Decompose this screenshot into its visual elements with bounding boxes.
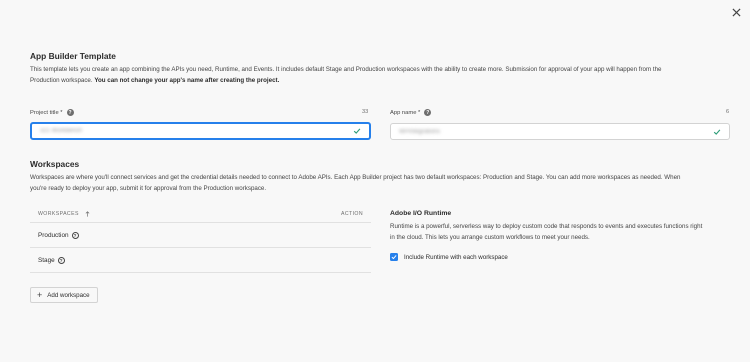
project-title-char-count: 33	[362, 109, 369, 115]
include-runtime-label: Include Runtime with each workspace	[404, 253, 508, 261]
project-title-input[interactable]: 321 Workbench	[30, 122, 371, 140]
workspaces-description: Workspaces are where you'll connect serv…	[30, 173, 730, 194]
runtime-desc-line2: in the cloud. This lets you arrange cust…	[390, 233, 590, 241]
help-icon[interactable]: ?	[424, 109, 432, 116]
add-workspace-button[interactable]: + Add workspace	[30, 287, 98, 303]
workspaces-column-label: WORKSPACES	[38, 211, 79, 217]
workspaces-column-header[interactable]: WORKSPACES	[38, 211, 90, 217]
add-workspace-label: Add workspace	[47, 291, 90, 299]
template-description: This template lets you create an app com…	[30, 65, 730, 86]
include-runtime-checkbox[interactable]: Include Runtime with each workspace	[390, 253, 508, 261]
app-name-label: App name * ?	[390, 109, 432, 116]
workspace-name: Production	[38, 231, 69, 239]
workspaces-desc-line2: you're ready to deploy your app, submit …	[30, 184, 267, 192]
workspaces-desc-line1: Workspaces are where you'll connect serv…	[30, 174, 681, 181]
runtime-desc-line1: Runtime is a powerful, serverless way to…	[390, 223, 703, 230]
project-title-label: Project title * ?	[30, 109, 74, 116]
template-title: App Builder Template	[30, 51, 116, 61]
close-icon	[731, 7, 741, 17]
runtime-description: Runtime is a powerful, serverless way to…	[390, 222, 720, 243]
app-name-char-count: 6	[726, 109, 730, 115]
checkmark-icon	[353, 128, 361, 134]
template-desc-line1: This template lets you create an app com…	[30, 66, 662, 73]
table-row[interactable]: Stage ?	[30, 248, 371, 273]
app-name-value: WPIntegrations	[399, 128, 441, 135]
checkbox-checked[interactable]	[390, 253, 398, 261]
checkmark-icon	[391, 255, 397, 260]
app-name-label-text: App name *	[390, 109, 421, 116]
plus-icon: +	[37, 289, 43, 300]
workspaces-title: Workspaces	[30, 159, 80, 169]
template-desc-line2: Production workspace.	[30, 76, 95, 84]
arrow-up-icon	[85, 211, 90, 217]
project-title-label-text: Project title *	[30, 109, 63, 116]
close-button[interactable]	[728, 4, 744, 20]
runtime-title: Adobe I/O Runtime	[390, 210, 452, 217]
project-title-value: 321 Workbench	[40, 128, 82, 134]
info-icon[interactable]: ?	[71, 231, 79, 239]
help-icon[interactable]: ?	[66, 109, 74, 116]
info-icon[interactable]: ?	[57, 256, 65, 264]
table-header: WORKSPACES ACTION	[30, 206, 371, 223]
workspace-name: Stage	[38, 256, 55, 264]
template-desc-warning: You can not change your app's name after…	[94, 76, 280, 84]
checkmark-icon	[713, 129, 721, 135]
action-column-header: ACTION	[341, 211, 363, 217]
app-name-input[interactable]: WPIntegrations	[390, 123, 730, 140]
table-row[interactable]: Production ?	[30, 223, 371, 248]
workspaces-table: WORKSPACES ACTION Production ? Stage ?	[30, 206, 371, 273]
